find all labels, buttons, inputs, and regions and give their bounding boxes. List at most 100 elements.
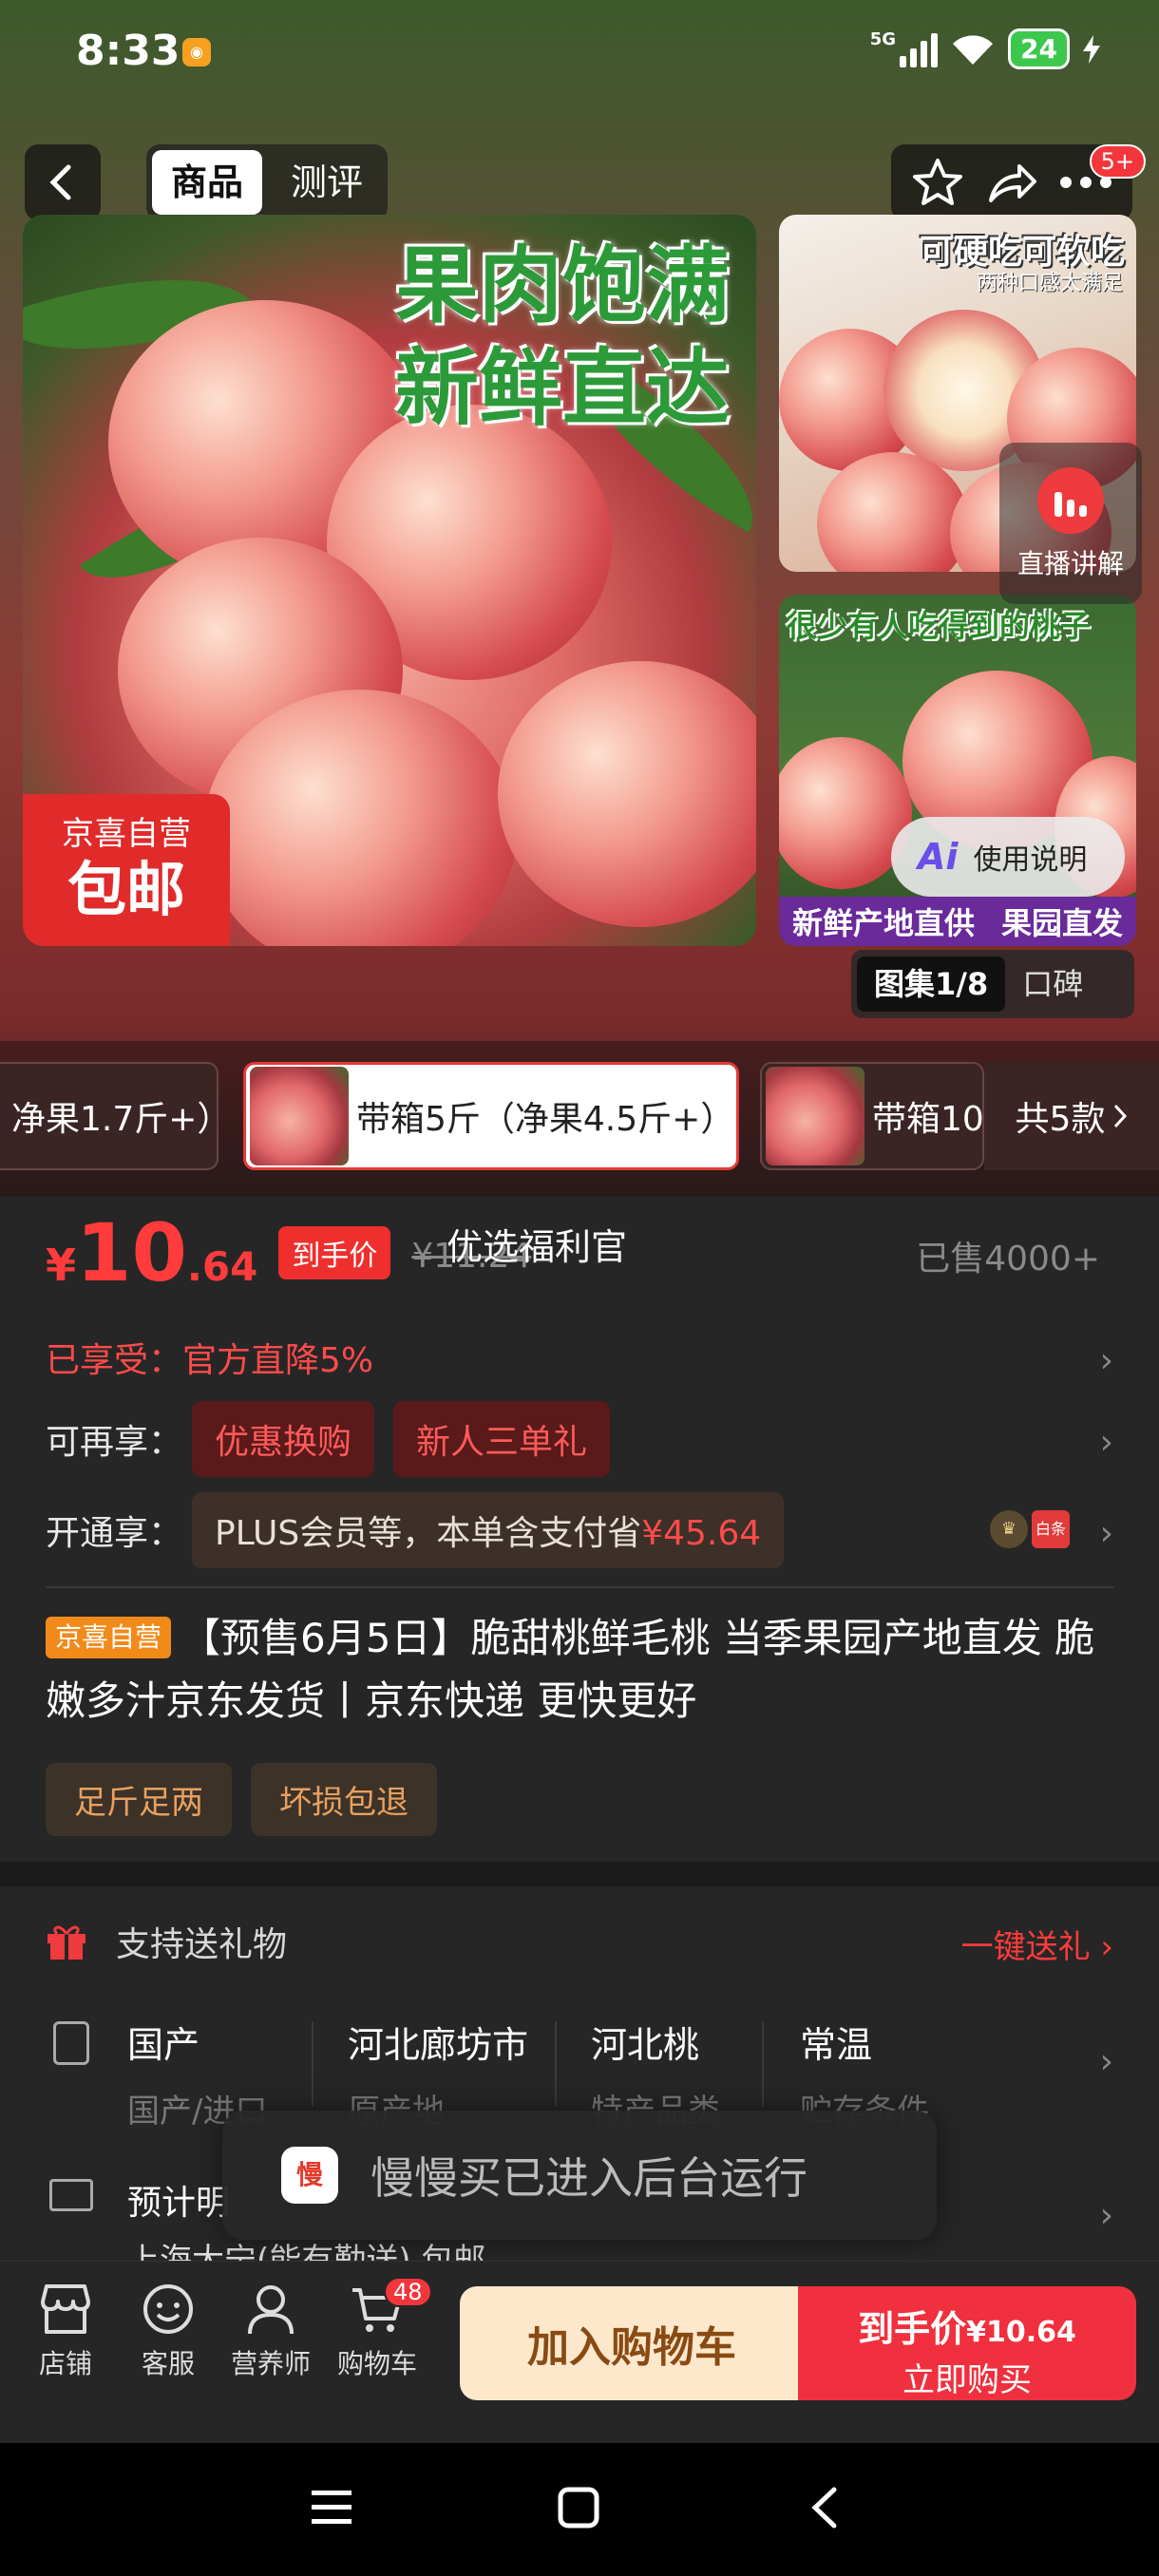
share-icon[interactable] bbox=[985, 159, 1038, 206]
promo-enjoyed-label: 已享受： bbox=[46, 1341, 183, 1380]
menu-icon[interactable] bbox=[310, 2487, 353, 2529]
status-indicators: 5G 24 bbox=[870, 28, 1100, 69]
plus-icons: ♛ 白条 bbox=[990, 1510, 1070, 1548]
price-decimal: .64 bbox=[186, 1243, 258, 1290]
document-icon bbox=[53, 2021, 89, 2065]
variant-option-selected[interactable]: 带箱5斤（净果4.5斤+） bbox=[243, 1062, 739, 1170]
nutritionist-button[interactable]: 营养师 bbox=[218, 2282, 323, 2381]
manmanmai-app-icon: 慢 bbox=[281, 2147, 338, 2204]
main-product-image[interactable]: 果肉饱满 新鲜直达 京喜自营 包邮 bbox=[23, 215, 756, 946]
promo-open-label: 开通享： bbox=[46, 1514, 183, 1553]
gift-row[interactable]: 支持送礼物 一键送礼 › bbox=[46, 1913, 1113, 1970]
product-attributes[interactable]: 国产 国产/进口 河北廊坊市 原产地 河北桃 特产品类 常温 贮存条件 › bbox=[46, 2016, 1113, 2131]
live-explain-widget[interactable]: 直播讲解 bbox=[999, 443, 1142, 604]
store-button[interactable]: 店铺 bbox=[13, 2282, 118, 2381]
ai-icon: Ai bbox=[918, 836, 959, 878]
back-icon[interactable] bbox=[806, 2487, 844, 2529]
new-user-gift-chip[interactable]: 新人三单礼 bbox=[393, 1401, 611, 1477]
charging-icon bbox=[1083, 34, 1100, 64]
price-section: ¥ 10 .64 到手价 ¥11.24 优选福利官 已售4000+ 已享受： 官… bbox=[0, 1197, 1159, 1862]
background-toast: 慢 慢慢买已进入后台运行 bbox=[222, 2111, 937, 2240]
product-title[interactable]: 京喜自营 【预售6月5日】脆甜桃鲜毛桃 当季果园产地直发 脆嫩多汁京东发货丨京东快… bbox=[46, 1607, 1113, 1733]
price-integer: 10 bbox=[76, 1206, 187, 1299]
divider bbox=[46, 1586, 1113, 1588]
free-shipping-tag: 京喜自营 包邮 bbox=[23, 794, 230, 946]
chevron-right-icon: › bbox=[1099, 2196, 1113, 2235]
promo-enjoyed-value: 官方直降5% bbox=[182, 1341, 374, 1380]
add-to-cart-button[interactable]: 加入购物车 bbox=[460, 2286, 804, 2400]
cart-button[interactable]: 购物车 48 bbox=[325, 2277, 432, 2381]
live-explain-label: 直播讲解 bbox=[1016, 548, 1124, 579]
tab-gallery[interactable]: 图集1/8 bbox=[857, 957, 1006, 1012]
buy-now-button[interactable]: 到手价¥10.64 立即购买 bbox=[798, 2286, 1136, 2400]
battery-indicator: 24 bbox=[1008, 28, 1070, 69]
chevron-right-icon: › bbox=[1099, 1514, 1113, 1553]
chevron-right-icon bbox=[1114, 1104, 1128, 1128]
plus-member-chip[interactable]: PLUS会员等，本单含支付省¥45.64 bbox=[192, 1492, 785, 1568]
message-badge: 5+ bbox=[1089, 144, 1146, 179]
price-symbol: ¥ bbox=[46, 1240, 77, 1291]
tab-review[interactable]: 测评 bbox=[272, 150, 382, 215]
tab-word-of-mouth[interactable]: 口碑 bbox=[1005, 957, 1100, 1012]
variant-thumbnail bbox=[250, 1067, 349, 1165]
chevron-left-icon bbox=[49, 164, 71, 200]
bottom-action-bar: 店铺 客服 营养师 购物车 48 加入购物车 到手价¥10.64 立即购买 bbox=[0, 2261, 1159, 2443]
truck-icon bbox=[49, 2179, 93, 2211]
product-gallery-hero: 8:33 ◉ 5G 24 商品 测评 5+ 果肉饱满 新鲜直达 京喜自营 包邮 … bbox=[0, 0, 1159, 1197]
damage-refund-tag[interactable]: 坏损包退 bbox=[251, 1763, 437, 1836]
variant-option[interactable]: 带箱10斤 bbox=[760, 1062, 984, 1170]
welfare-officer-label: 优选福利官 bbox=[446, 1226, 628, 1268]
live-icon bbox=[1037, 467, 1104, 534]
page-tabs: 商品 测评 bbox=[146, 144, 389, 220]
person-icon bbox=[248, 2285, 294, 2335]
promo-plus-row[interactable]: 开通享： PLUS会员等，本单含支付省¥45.64 ♛ 白条 › bbox=[46, 1487, 1113, 1573]
jingxi-tag: 京喜自营 bbox=[46, 1617, 172, 1658]
chevron-right-icon: › bbox=[1099, 1341, 1113, 1380]
full-weight-tag[interactable]: 足斤足两 bbox=[46, 1763, 232, 1836]
sold-count: 已售4000+ bbox=[916, 1240, 1100, 1279]
tab-product[interactable]: 商品 bbox=[152, 150, 263, 215]
section-separator bbox=[0, 1862, 1159, 1886]
attr-separator bbox=[555, 2021, 557, 2107]
baitiao-icon: 白条 bbox=[1032, 1510, 1070, 1548]
variant-option[interactable]: 净果1.7斤+） bbox=[0, 1062, 231, 1170]
side-image-subcaption: 两种口感太满足 bbox=[976, 272, 1123, 295]
attr-separator bbox=[762, 2021, 764, 2107]
promo-more-row: 可再享： 优惠换购 新人三单礼 › bbox=[46, 1396, 1113, 1482]
home-icon[interactable] bbox=[557, 2487, 600, 2529]
network-type: 5G bbox=[869, 29, 897, 49]
status-bar: 8:33 ◉ 5G 24 bbox=[0, 0, 1159, 104]
attr-separator bbox=[312, 2021, 314, 2107]
variant-selector: 净果1.7斤+） 带箱5斤（净果4.5斤+） 带箱10斤 共5款 bbox=[0, 1041, 1159, 1197]
ai-instructions-label: 使用说明 bbox=[973, 843, 1088, 877]
chat-smile-icon bbox=[143, 2284, 193, 2334]
chevron-right-icon[interactable]: › bbox=[1100, 1423, 1113, 1462]
gift-icon bbox=[48, 1925, 86, 1960]
store-icon bbox=[41, 2284, 90, 2334]
status-time: 8:33 bbox=[76, 27, 180, 75]
promo-more-label: 可再享： bbox=[46, 1423, 183, 1462]
one-click-gift-link[interactable]: 一键送礼 › bbox=[961, 1921, 1113, 1967]
side-image-caption: 很少有人吃得到的桃子 bbox=[787, 608, 1092, 644]
trade-in-chip[interactable]: 优惠换购 bbox=[192, 1401, 375, 1477]
promo-enjoyed-row[interactable]: 已享受： 官方直降5% › bbox=[46, 1315, 1113, 1400]
image-slogan: 果肉饱满 新鲜直达 bbox=[394, 236, 730, 437]
gift-support-label: 支持送礼物 bbox=[116, 1925, 288, 1964]
ai-instructions-button[interactable]: Ai 使用说明 bbox=[891, 817, 1125, 897]
customer-service-button[interactable]: 客服 bbox=[116, 2282, 220, 2381]
toast-message: 慢慢买已进入后台运行 bbox=[370, 2152, 808, 2204]
gallery-tabs: 图集1/8 口碑 bbox=[851, 950, 1134, 1018]
all-variants-button[interactable]: 共5款 bbox=[984, 1062, 1159, 1170]
signal-icon bbox=[900, 31, 939, 67]
chevron-right-icon: › bbox=[1099, 2042, 1113, 2081]
final-price-badge: 到手价 bbox=[278, 1226, 391, 1279]
side-image-banner: 新鲜产地直供 果园直发 bbox=[779, 897, 1136, 946]
wifi-icon bbox=[953, 34, 994, 65]
guarantee-tags: 足斤足两 坏损包退 bbox=[46, 1763, 437, 1836]
favorite-star-icon[interactable] bbox=[911, 157, 964, 208]
shipping-estimate: 预计明 bbox=[127, 2184, 231, 2223]
app-notification-icon: ◉ bbox=[182, 38, 211, 66]
crown-icon: ♛ bbox=[990, 1510, 1028, 1548]
back-button[interactable] bbox=[25, 144, 101, 220]
peach-image bbox=[498, 661, 756, 927]
